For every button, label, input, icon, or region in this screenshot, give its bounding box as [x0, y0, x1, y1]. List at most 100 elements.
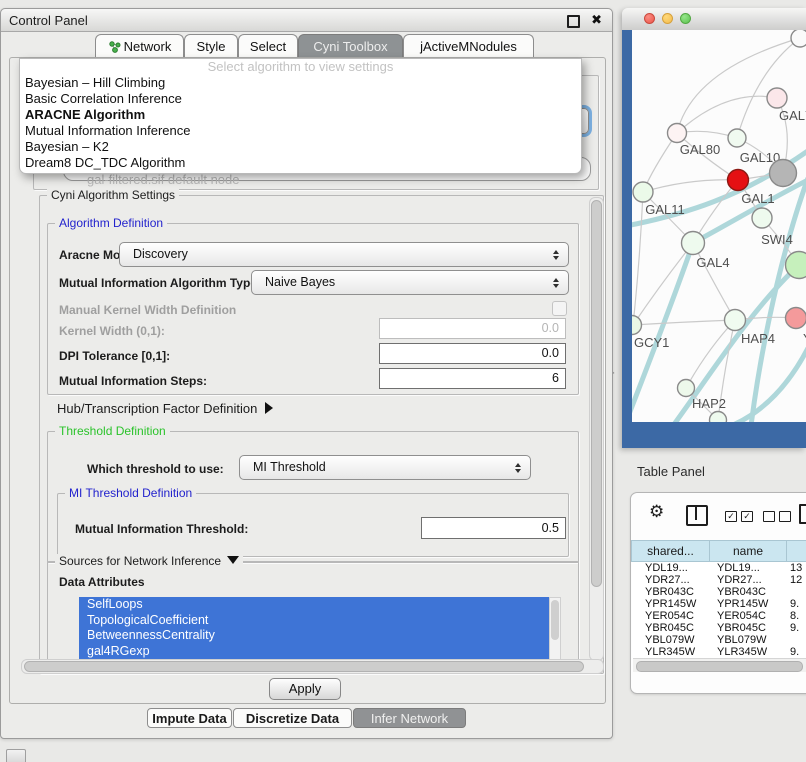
settings-vscroll-thumb[interactable]: [591, 200, 602, 587]
dropdown-item-selected[interactable]: ARACNE Algorithm: [20, 107, 581, 123]
table-row[interactable]: YBR045CYBR045C9.: [632, 622, 806, 634]
network-node[interactable]: [786, 308, 806, 329]
network-node[interactable]: [770, 160, 797, 187]
dropdown-item[interactable]: Dream8 DC_TDC Algorithm: [20, 155, 581, 171]
float-window-icon[interactable]: [567, 15, 580, 28]
table-cell: YBR043C: [710, 586, 785, 598]
network-node[interactable]: [786, 252, 806, 279]
tab-style[interactable]: Style: [184, 34, 238, 57]
tab-jactivemnodules[interactable]: jActiveMNodules: [403, 34, 534, 57]
settings-horizontal-scrollbar[interactable]: [21, 659, 604, 674]
table-row[interactable]: YBL079WYBL079W: [632, 634, 806, 646]
dropdown-item[interactable]: Basic Correlation Inference: [20, 91, 581, 107]
network-node[interactable]: [632, 316, 642, 335]
close-traffic-light[interactable]: [644, 13, 655, 24]
mi-type-combo[interactable]: Naive Bayes: [251, 270, 569, 295]
table-row[interactable]: YBR043CYBR043C: [632, 586, 806, 598]
node-label: HAP2: [692, 396, 726, 411]
which-threshold-combo[interactable]: MI Threshold: [239, 455, 531, 480]
checked-box-icon: ✓: [725, 511, 737, 522]
network-edge: [643, 180, 738, 192]
network-node[interactable]: [682, 232, 705, 255]
manual-kernel-label: Manual Kernel Width Definition: [59, 303, 236, 317]
checked-box-icon: ✓: [741, 511, 753, 522]
network-node[interactable]: [668, 124, 687, 143]
export-table-icon[interactable]: [799, 504, 806, 524]
kernel-width-label: Kernel Width (0,1):: [59, 324, 165, 338]
gear-icon[interactable]: ⚙: [649, 502, 664, 522]
column-header-shared[interactable]: shared...: [631, 540, 710, 562]
network-node[interactable]: [710, 412, 727, 423]
mi-steps-field[interactable]: 6: [379, 368, 566, 389]
sources-title[interactable]: Sources for Network Inference: [55, 554, 243, 568]
settings-vertical-scrollbar[interactable]: [589, 197, 604, 661]
spinner-arrows-icon: [553, 250, 559, 260]
tab-style-label: Style: [197, 39, 226, 54]
tab-select-label: Select: [250, 39, 286, 54]
tab-cyni-toolbox[interactable]: Cyni Toolbox: [298, 34, 403, 57]
mi-threshold-title: MI Threshold Definition: [65, 486, 196, 500]
tab-select[interactable]: Select: [238, 34, 298, 57]
panel-divider-grip[interactable]: ▪: [612, 370, 617, 377]
table-cell: 9.: [785, 598, 799, 610]
table-hscroll-thumb[interactable]: [636, 661, 803, 672]
mi-type-value: Naive Bayes: [265, 275, 335, 289]
table-cell: YBR045C: [632, 622, 710, 634]
attribute-item-selected[interactable]: gal4RGexp: [79, 644, 549, 660]
network-canvas[interactable]: GAL7GAL80GAL10GAL1GAL11GAL4SWI4GCY1HAP4Y…: [632, 30, 806, 422]
table-cell: YDL19...: [632, 562, 710, 574]
tab-discretize-data[interactable]: Discretize Data: [233, 708, 352, 728]
tab-infer-network[interactable]: Infer Network: [353, 708, 466, 728]
settings-hscroll-thumb[interactable]: [24, 661, 584, 672]
mi-threshold-field[interactable]: 0.5: [421, 517, 566, 539]
network-node[interactable]: [752, 208, 772, 228]
network-icon: [108, 40, 121, 53]
control-panel-window: Control Panel ✖ Network Style Select Cyn…: [0, 8, 613, 739]
dpi-tolerance-field[interactable]: 0.0: [379, 343, 566, 364]
table-row[interactable]: YDL19...YDL19...13: [632, 562, 806, 574]
collapsed-panel-button[interactable]: [6, 749, 26, 762]
tab-discretize-data-label: Discretize Data: [246, 711, 339, 726]
network-edge: [667, 265, 799, 422]
column-header-name[interactable]: name: [709, 540, 787, 562]
table-row[interactable]: YLR345WYLR345W9.: [632, 646, 806, 658]
attributes-scrollbar[interactable]: [549, 597, 561, 664]
dropdown-item[interactable]: Bayesian – Hill Climbing: [20, 75, 581, 91]
attribute-item-selected[interactable]: BetweennessCentrality: [79, 628, 549, 644]
table-row[interactable]: YDR27...YDR27...12: [632, 574, 806, 586]
column-header-partial[interactable]: [786, 540, 806, 562]
attribute-item-selected[interactable]: SelfLoops: [79, 597, 549, 613]
network-node[interactable]: [678, 380, 695, 397]
network-node[interactable]: [728, 170, 749, 191]
hub-section-toggle[interactable]: Hub/Transcription Factor Definition: [57, 401, 273, 416]
close-icon[interactable]: ✖: [591, 12, 602, 28]
spinner-arrows-icon: [515, 463, 521, 473]
network-window-titlebar: [622, 8, 806, 31]
attributes-scrollbar-thumb[interactable]: [551, 600, 559, 640]
aracne-mode-combo[interactable]: Discovery: [119, 242, 569, 267]
tab-network[interactable]: Network: [95, 34, 184, 57]
network-node[interactable]: [725, 310, 746, 331]
network-node[interactable]: [767, 88, 787, 108]
node-label: GAL11: [645, 202, 685, 217]
split-columns-icon[interactable]: [686, 505, 708, 526]
network-node[interactable]: [728, 129, 746, 147]
tab-impute-data[interactable]: Impute Data: [147, 708, 232, 728]
network-node[interactable]: [791, 30, 806, 47]
apply-button[interactable]: Apply: [269, 678, 341, 700]
table-row[interactable]: YER054CYER054C8.: [632, 610, 806, 622]
which-threshold-value: MI Threshold: [253, 460, 326, 474]
minimize-traffic-light[interactable]: [662, 13, 673, 24]
table-row[interactable]: YPR145WYPR145W9.: [632, 598, 806, 610]
control-panel-titlebar: Control Panel ✖: [1, 9, 612, 32]
deselect-all-icon[interactable]: [763, 511, 791, 522]
table-cell: YLR345W: [632, 646, 710, 658]
dropdown-item[interactable]: Bayesian – K2: [20, 139, 581, 155]
table-horizontal-scrollbar[interactable]: [633, 658, 806, 672]
table-cell: YDR27...: [632, 574, 710, 586]
network-node[interactable]: [633, 182, 653, 202]
dropdown-item[interactable]: Mutual Information Inference: [20, 123, 581, 139]
zoom-traffic-light[interactable]: [680, 13, 691, 24]
attribute-item-selected[interactable]: TopologicalCoefficient: [79, 613, 549, 629]
select-all-icon[interactable]: ✓✓: [725, 511, 753, 522]
